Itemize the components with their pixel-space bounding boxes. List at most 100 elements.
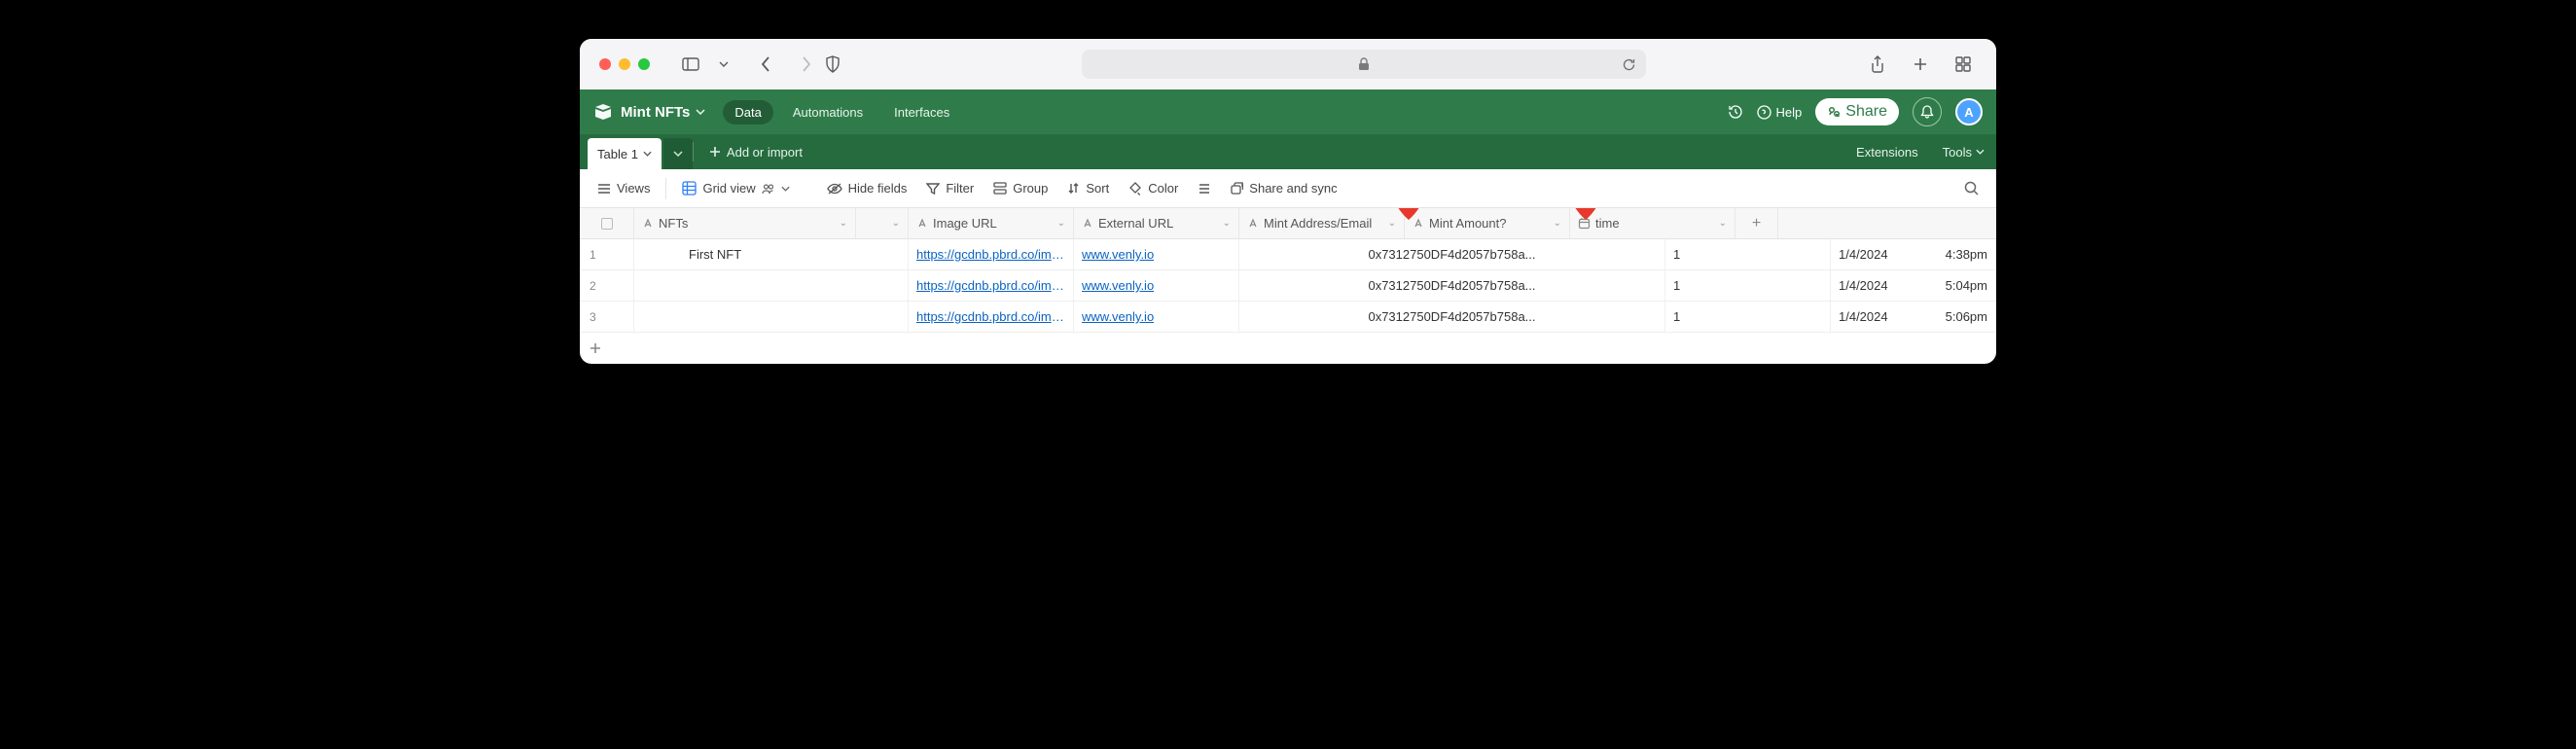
share-sync-button[interactable]: Share and sync [1223, 177, 1344, 199]
titlebar [580, 39, 1996, 89]
help-button[interactable]: Help [1757, 105, 1803, 120]
chevron-down-icon: ⌄ [1554, 218, 1561, 229]
filter-icon [926, 183, 940, 195]
cell-image-url[interactable]: https://gcdnb.pbrd.co/ima... [909, 270, 1074, 301]
text-field-icon [1082, 218, 1093, 230]
table-row[interactable]: 2 https://gcdnb.pbrd.co/ima... www.venly.i… [580, 270, 1996, 302]
cell-mint-amount[interactable]: 1 [1665, 239, 1831, 269]
hide-fields-button[interactable]: Hide fields [819, 177, 915, 199]
cell-mint-address[interactable]: 0x7312750DF4d2057b758a... [1239, 270, 1665, 301]
cell-external-url[interactable]: www.venly.io [1074, 302, 1239, 332]
app-title-chevron-icon[interactable] [696, 109, 705, 115]
link[interactable]: www.venly.io [1082, 309, 1154, 324]
cell-external-url[interactable]: www.venly.io [1074, 270, 1239, 301]
minimize-window-button[interactable] [619, 58, 630, 70]
chevron-down-icon [781, 186, 790, 192]
search-button[interactable] [1956, 177, 1986, 199]
cell-external-url[interactable]: www.venly.io [1074, 239, 1239, 269]
row-number: 2 [580, 270, 634, 301]
notifications-button[interactable] [1913, 97, 1942, 126]
lock-icon [1358, 57, 1370, 71]
tab-interfaces[interactable]: Interfaces [882, 100, 961, 125]
app-header: Mint NFTs Data Automations Interfaces He… [580, 89, 1996, 134]
cell-mint-amount[interactable]: 1 [1665, 302, 1831, 332]
cell-mint-address[interactable]: 0x7312750DF4d2057b758a... [1239, 239, 1665, 269]
cell-nft[interactable] [634, 302, 909, 332]
row-height-icon [1198, 183, 1211, 195]
cell-time[interactable]: 1/4/20244:38pm [1831, 239, 1996, 269]
table-row[interactable]: 1 First NFT https://gcdnb.pbrd.co/ima... ww… [580, 239, 1996, 270]
add-row-button[interactable] [580, 333, 1996, 364]
link[interactable]: https://gcdnb.pbrd.co/ima... [916, 278, 1065, 293]
link[interactable]: www.venly.io [1082, 278, 1154, 293]
cell-image-url[interactable]: https://gcdnb.pbrd.co/ima... [909, 302, 1074, 332]
sidebar-toggle-icon[interactable] [677, 51, 704, 78]
privacy-shield-icon[interactable] [819, 51, 846, 78]
row-height-button[interactable] [1190, 179, 1219, 198]
address-bar[interactable] [1082, 50, 1646, 79]
row-number: 3 [580, 302, 634, 332]
close-window-button[interactable] [599, 58, 611, 70]
reload-icon[interactable] [1622, 57, 1636, 72]
new-tab-icon[interactable] [1907, 51, 1934, 78]
annotation-marker-8: 8 [1395, 208, 1422, 220]
plus-icon [709, 146, 721, 158]
add-or-import-button[interactable]: Add or import [698, 134, 814, 169]
browser-window: Mint NFTs Data Automations Interfaces He… [580, 39, 1996, 364]
group-button[interactable]: Group [985, 177, 1055, 199]
select-all-cell[interactable] [580, 208, 634, 238]
extensions-button[interactable]: Extensions [1844, 145, 1930, 160]
column-header-mint-address[interactable]: Mint Address/Email⌄ [1239, 208, 1405, 238]
tab-automations[interactable]: Automations [781, 100, 875, 125]
app-logo-icon [593, 102, 613, 122]
filter-button[interactable]: Filter [918, 177, 982, 199]
cell-mint-address[interactable]: 0x7312750DF4d2057b758a... [1239, 302, 1665, 332]
link[interactable]: https://gcdnb.pbrd.co/ima... [916, 309, 1065, 324]
text-field-icon [916, 218, 928, 230]
views-button[interactable]: Views [590, 177, 658, 199]
table-tab-active[interactable]: Table 1 [588, 138, 662, 169]
add-column-button[interactable]: + [1735, 208, 1778, 238]
back-button[interactable] [753, 51, 780, 78]
chevron-down-icon: ⌄ [1223, 218, 1231, 229]
column-header-nfts[interactable]: NFTs⌄ [634, 208, 856, 238]
tab-data[interactable]: Data [723, 100, 772, 125]
column-header-mint-amount[interactable]: Mint Amount?⌄ [1405, 208, 1570, 238]
share-label: Share [1845, 103, 1887, 121]
data-grid: 8 9 NFTs⌄ ⌄ Image URL⌄ External URL⌄ [580, 208, 1996, 364]
share-icon[interactable] [1864, 51, 1891, 78]
grid-view-button[interactable]: Grid view [674, 177, 797, 199]
chevron-down-icon: ⌄ [1057, 218, 1065, 229]
share-button[interactable]: Share [1815, 98, 1899, 125]
color-button[interactable]: Color [1121, 177, 1186, 199]
maximize-window-button[interactable] [638, 58, 650, 70]
add-import-label: Add or import [727, 145, 803, 160]
group-icon [993, 182, 1007, 195]
app-title[interactable]: Mint NFTs [621, 104, 690, 121]
link[interactable]: www.venly.io [1082, 247, 1154, 262]
cell-nft[interactable]: First NFT [634, 239, 909, 269]
grid-header-row: NFTs⌄ ⌄ Image URL⌄ External URL⌄ Mint Ad… [580, 208, 1996, 239]
sort-button[interactable]: Sort [1059, 177, 1117, 199]
text-field-icon [642, 218, 654, 230]
cell-time[interactable]: 1/4/20245:06pm [1831, 302, 1996, 332]
cell-nft[interactable] [634, 270, 909, 301]
cell-mint-amount[interactable]: 1 [1665, 270, 1831, 301]
tab-overview-icon[interactable] [1950, 51, 1977, 78]
sidebar-dropdown-icon[interactable] [710, 51, 737, 78]
link[interactable]: https://gcdnb.pbrd.co/ima... [916, 247, 1065, 262]
cell-image-url[interactable]: https://gcdnb.pbrd.co/ima... [909, 239, 1074, 269]
tools-button[interactable]: Tools [1931, 145, 1996, 160]
table-row[interactable]: 3 https://gcdnb.pbrd.co/ima... www.venly.i… [580, 302, 1996, 333]
column-header-collapsed[interactable]: ⌄ [856, 208, 909, 238]
column-header-image-url[interactable]: Image URL⌄ [909, 208, 1074, 238]
tables-bar: Table 1 Add or import Extensions Tools [580, 134, 1996, 169]
table-tab-menu[interactable] [663, 138, 693, 169]
column-header-external-url[interactable]: External URL⌄ [1074, 208, 1239, 238]
view-toolbar: Views Grid view Hide fields Filter Group… [580, 169, 1996, 208]
history-icon[interactable] [1728, 104, 1743, 120]
chevron-down-icon: ⌄ [840, 218, 847, 229]
chevron-down-icon [1976, 149, 1985, 155]
cell-time[interactable]: 1/4/20245:04pm [1831, 270, 1996, 301]
avatar[interactable]: A [1955, 98, 1983, 125]
